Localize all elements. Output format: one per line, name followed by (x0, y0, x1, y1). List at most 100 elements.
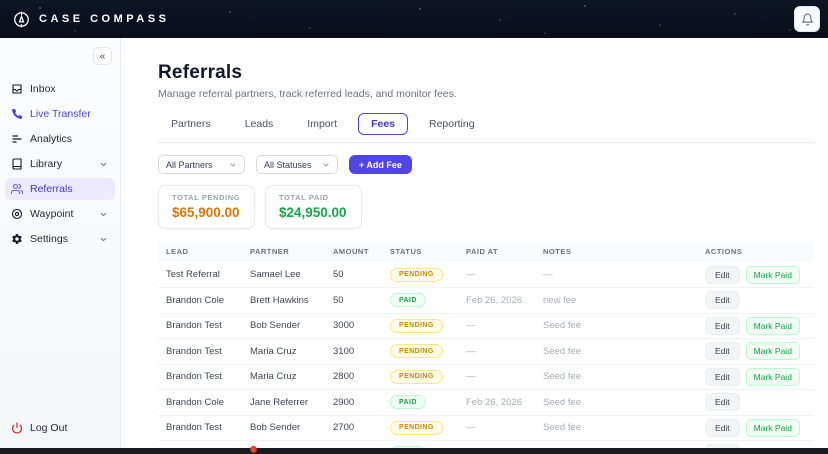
sidebar-item-analytics[interactable]: Analytics (5, 128, 115, 150)
bell-icon (801, 13, 813, 25)
sidebar-item-waypoint[interactable]: Waypoint (5, 203, 115, 225)
cell-partner: Maria Cruz (242, 338, 325, 365)
cell-paid-at: — (458, 338, 535, 365)
cell-notes: new fee (535, 287, 697, 314)
cell-lead: Brandon Cole (158, 287, 242, 314)
table-row: Brandon Cole Brett Hawkins 50 PAID Feb 2… (158, 287, 814, 314)
mark-paid-button[interactable]: Mark Paid (745, 265, 800, 284)
cell-partner: Maria Cruz (242, 364, 325, 390)
table-header: LEAD PARTNER AMOUNT STATUS PAID AT NOTES… (158, 241, 814, 262)
status-filter-select[interactable]: All Statuses (256, 155, 338, 174)
cell-amount: 50 (325, 262, 382, 288)
cell-actions: Edit (697, 287, 814, 314)
cell-paid-at: — (458, 313, 535, 339)
cell-paid-at: Feb 26, 2026 (458, 389, 535, 416)
cell-lead: Test Referral (158, 262, 242, 288)
cell-lead: Brandon Test (158, 364, 242, 390)
cell-paid-at: Feb 26, 2026 (458, 287, 535, 314)
table-body: Test Referral Samael Lee 50 PENDING — — … (158, 262, 814, 448)
library-icon (12, 158, 22, 170)
add-fee-button[interactable]: + Add Fee (349, 155, 412, 174)
sidebar: « Inbox Live Transfer Analytics Library … (0, 38, 121, 448)
cell-notes: Seed fee (535, 313, 697, 339)
status-badge: PAID (390, 395, 426, 410)
cell-amount: 2800 (325, 364, 382, 390)
window-edge-bar (0, 448, 828, 454)
table-row: Brandon Test Bob Sender 2700 PENDING — S… (158, 415, 814, 441)
sidebar-item-label: Settings (30, 233, 68, 245)
sidebar-item-label: Library (30, 158, 63, 170)
cell-notes: — (535, 262, 697, 288)
tab-fees[interactable]: Fees (358, 113, 408, 135)
cell-lead: Brandon Test (158, 338, 242, 365)
edit-button[interactable]: Edit (705, 265, 740, 284)
edit-button[interactable]: Edit (705, 291, 740, 310)
column-header-actions: ACTIONS (697, 241, 814, 262)
cell-amount: 50 (325, 287, 382, 314)
cell-status: PAID (382, 287, 458, 314)
cell-amount: 3000 (325, 313, 382, 339)
total-pending-label: TOTAL PENDING (172, 193, 241, 202)
cell-notes: Seed fee (535, 415, 697, 441)
cell-partner: Bob Sender (242, 313, 325, 339)
sidebar-item-label: Live Transfer (30, 108, 91, 120)
total-pending-value: $65,900.00 (172, 205, 240, 220)
cell-actions: Edit Mark Paid (697, 364, 814, 390)
logout-button[interactable]: Log Out (11, 422, 67, 434)
mark-paid-button[interactable]: Mark Paid (745, 367, 800, 386)
tab-partners[interactable]: Partners (158, 113, 224, 135)
table-row: Brandon Test Maria Cruz 3100 PENDING — S… (158, 338, 814, 365)
mark-paid-button[interactable]: Mark Paid (745, 316, 800, 335)
cell-notes: Seed fee (535, 364, 697, 390)
bar-chart-icon (12, 135, 22, 143)
edit-button[interactable]: Edit (705, 418, 740, 437)
tab-reporting[interactable]: Reporting (416, 113, 488, 135)
recording-indicator-dot (250, 446, 257, 453)
edit-button[interactable]: Edit (705, 342, 740, 361)
cell-partner: Bob Sender (242, 415, 325, 441)
edit-button[interactable]: Edit (705, 393, 740, 412)
status-badge: PENDING (390, 267, 443, 282)
tab-leads[interactable]: Leads (232, 113, 287, 135)
edit-button[interactable]: Edit (705, 367, 740, 386)
status-badge: PENDING (390, 420, 443, 435)
cell-amount: 3100 (325, 338, 382, 365)
sidebar-item-settings[interactable]: Settings (5, 228, 115, 250)
tab-import[interactable]: Import (294, 113, 350, 135)
cell-actions: Edit Mark Paid (697, 415, 814, 441)
cell-actions: Edit (697, 440, 814, 448)
sidebar-item-library[interactable]: Library (5, 153, 115, 175)
status-badge: PENDING (390, 369, 443, 384)
cell-amount: 2900 (325, 389, 382, 416)
sidebar-item-inbox[interactable]: Inbox (5, 78, 115, 100)
logout-label: Log Out (30, 422, 68, 434)
mark-paid-button[interactable]: Mark Paid (745, 342, 800, 361)
cell-status: PENDING (382, 262, 458, 288)
tab-bar: Partners Leads Import Fees Reporting (158, 113, 814, 143)
edit-button[interactable]: Edit (705, 316, 740, 335)
compass-logo-icon (14, 11, 29, 27)
cell-actions: Edit Mark Paid (697, 313, 814, 339)
total-pending-card: TOTAL PENDING $65,900.00 (158, 185, 255, 229)
cell-status: PENDING (382, 313, 458, 339)
users-icon (11, 183, 23, 195)
sidebar-collapse-button[interactable]: « (93, 47, 112, 65)
cell-actions: Edit Mark Paid (697, 262, 814, 288)
mark-paid-button[interactable]: Mark Paid (745, 418, 800, 437)
table-row: Brandon Test Maria Cruz 2800 PENDING — S… (158, 364, 814, 390)
notifications-button[interactable] (794, 6, 820, 32)
power-icon (11, 422, 23, 434)
sidebar-item-label: Waypoint (30, 208, 74, 220)
sidebar-item-label: Inbox (30, 83, 56, 95)
status-badge: PENDING (390, 318, 443, 333)
total-paid-value: $24,950.00 (279, 205, 347, 220)
cell-partner: Brett Hawkins (242, 287, 325, 314)
partner-filter-select[interactable]: All Partners (158, 155, 245, 174)
sidebar-item-live-transfer[interactable]: Live Transfer (5, 103, 115, 125)
cell-actions: Edit (697, 389, 814, 416)
cell-paid-at: — (458, 415, 535, 441)
cell-amount: 2500 (325, 440, 382, 448)
sidebar-nav: Inbox Live Transfer Analytics Library Re… (0, 78, 120, 250)
sidebar-item-referrals[interactable]: Referrals (5, 178, 115, 200)
brand-name: CASE COMPASS (39, 13, 170, 25)
